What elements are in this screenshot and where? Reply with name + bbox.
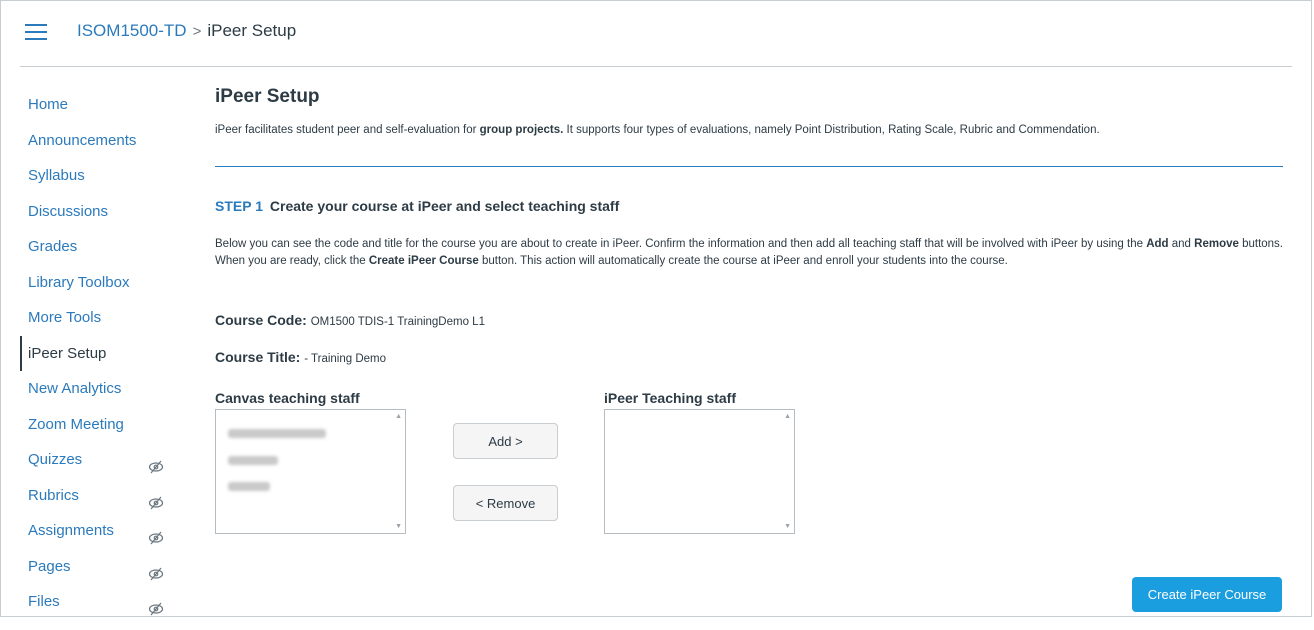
- course-code: Course Code: OM1500 TDIS-1 TrainingDemo …: [215, 312, 485, 328]
- scroll-up-icon[interactable]: ▲: [784, 413, 791, 420]
- sidebar-item-label: Quizzes: [28, 451, 83, 468]
- breadcrumb-separator: >: [192, 23, 202, 40]
- sidebar-item-ipeer-setup[interactable]: iPeer Setup: [20, 335, 180, 371]
- sidebar-item-label: Syllabus: [28, 167, 85, 184]
- main-content: iPeer Setup iPeer facilitates student pe…: [215, 86, 1285, 612]
- scroll-up-icon[interactable]: ▲: [395, 413, 402, 420]
- step-heading: STEP 1 Create your course at iPeer and s…: [215, 198, 619, 214]
- sidebar-item-label: Files: [28, 593, 60, 610]
- sidebar-item-discussions[interactable]: Discussions: [20, 194, 180, 230]
- canvas-staff-listbox[interactable]: ▲ ▼: [215, 409, 406, 534]
- sidebar-item-rubrics[interactable]: Rubrics: [20, 478, 180, 514]
- sidebar-item-label: Home: [28, 96, 69, 113]
- sidebar-item-assignments[interactable]: Assignments: [20, 513, 180, 549]
- hidden-eye-icon: [148, 594, 164, 616]
- sidebar-item-label: Grades: [28, 238, 78, 255]
- course-navigation: Home Announcements Syllabus Discussions Grad…: [20, 87, 180, 620]
- create-ipeer-course-button[interactable]: Create iPeer Course: [1132, 577, 1282, 612]
- remove-button[interactable]: < Remove: [453, 485, 558, 521]
- sidebar-item-files[interactable]: Files: [20, 584, 180, 620]
- breadcrumb-course-link[interactable]: ISOM1500-TD: [77, 21, 187, 40]
- breadcrumb-current-page: iPeer Setup: [207, 21, 297, 40]
- step-description: Below you can see the code and title for…: [215, 238, 1284, 267]
- staff-entry[interactable]: [228, 456, 278, 465]
- sidebar-item-more-tools[interactable]: More Tools: [20, 300, 180, 336]
- sidebar-item-home[interactable]: Home: [20, 87, 180, 123]
- sidebar-item-label: Discussions: [28, 202, 109, 220]
- sidebar-item-quizzes[interactable]: Quizzes: [20, 442, 180, 478]
- ipeer-staff-label: iPeer Teaching staff: [604, 390, 737, 406]
- sidebar-item-zoom-meeting[interactable]: Zoom Meeting: [20, 407, 180, 443]
- section-divider: [215, 166, 1283, 167]
- step-number: STEP 1: [215, 198, 263, 214]
- staff-entry[interactable]: [228, 429, 326, 438]
- sidebar-item-grades[interactable]: Grades: [20, 229, 180, 265]
- sidebar-item-label: Assignments: [28, 522, 114, 539]
- ipeer-staff-listbox[interactable]: ▲ ▼: [604, 409, 795, 534]
- course-title: Course Title: - Training Demo: [215, 349, 387, 365]
- hidden-eye-icon: [148, 452, 164, 474]
- course-title-value: - Training Demo: [304, 353, 387, 365]
- hidden-eye-icon: [148, 523, 164, 545]
- top-header: ISOM1500-TD > iPeer Setup: [20, 0, 1292, 67]
- course-code-value: OM1500 TDIS-1 TrainingDemo L1: [310, 316, 485, 328]
- sidebar-item-label: Announcements: [28, 131, 137, 149]
- add-button[interactable]: Add >: [453, 423, 558, 459]
- page-title: iPeer Setup: [215, 86, 320, 107]
- sidebar-item-label: Library Toolbox: [28, 273, 130, 291]
- sidebar-item-new-analytics[interactable]: New Analytics: [20, 371, 180, 407]
- sidebar-item-label: Rubrics: [28, 486, 79, 504]
- sidebar-item-label: Pages: [28, 557, 71, 575]
- sidebar-item-pages[interactable]: Pages: [20, 549, 180, 585]
- step-title: Create your course at iPeer and select t…: [269, 198, 620, 214]
- hidden-eye-icon: [148, 559, 164, 580]
- sidebar-item-label: More Tools: [28, 309, 102, 326]
- breadcrumb: ISOM1500-TD > iPeer Setup: [77, 21, 296, 41]
- sidebar-item-label: Zoom Meeting: [28, 415, 124, 433]
- scroll-down-icon[interactable]: ▼: [784, 523, 791, 530]
- sidebar-item-announcements[interactable]: Announcements: [20, 123, 180, 159]
- canvas-staff-label: Canvas teaching staff: [215, 390, 360, 406]
- staff-entry[interactable]: [228, 482, 270, 491]
- intro-text: iPeer facilitates student peer and self-…: [215, 124, 1100, 136]
- sidebar-item-label: New Analytics: [28, 380, 122, 397]
- hamburger-menu-icon[interactable]: [25, 24, 47, 42]
- hidden-eye-icon: [148, 488, 164, 509]
- sidebar-item-library-toolbox[interactable]: Library Toolbox: [20, 265, 180, 301]
- sidebar-item-syllabus[interactable]: Syllabus: [20, 158, 180, 194]
- sidebar-item-label: iPeer Setup: [28, 344, 107, 362]
- scroll-down-icon[interactable]: ▼: [395, 523, 402, 530]
